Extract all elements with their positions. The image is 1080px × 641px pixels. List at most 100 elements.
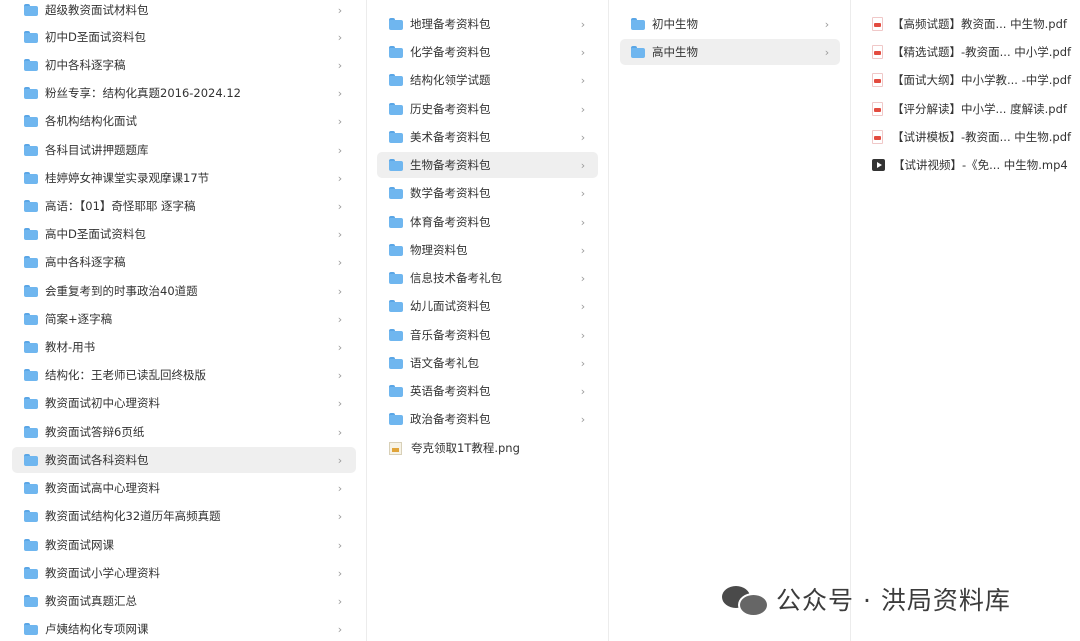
- folder-icon: [24, 256, 38, 268]
- chevron-right-icon: ›: [337, 171, 343, 185]
- folder-item[interactable]: 粉丝专享：结构化真题2016-2024.12 ›: [12, 80, 356, 106]
- file-item[interactable]: 【精选试题】-教资面... 中小学.pdf: [872, 39, 1078, 65]
- folder-item[interactable]: 教资面试结构化32道历年高频真题 ›: [12, 503, 356, 529]
- folder-icon: [24, 341, 38, 353]
- folder-item-label: 简案+逐字稿: [45, 312, 113, 326]
- chevron-right-icon: ›: [580, 412, 586, 426]
- folder-item[interactable]: 教资面试答辩6页纸 ›: [12, 419, 356, 445]
- folder-item[interactable]: 英语备考资料包 ›: [377, 378, 598, 404]
- folder-icon: [24, 623, 38, 635]
- folder-item[interactable]: 教资面试高中心理资料 ›: [12, 475, 356, 501]
- folder-icon: [24, 426, 38, 438]
- file-item[interactable]: 【评分解读】中小学... 度解读.pdf: [872, 96, 1078, 122]
- folder-item[interactable]: 化学备考资料包 ›: [377, 39, 598, 65]
- folder-item[interactable]: 简案+逐字稿 ›: [12, 306, 356, 332]
- folder-icon: [389, 159, 403, 171]
- folder-icon: [24, 369, 38, 381]
- file-item[interactable]: 【面试大纲】中小学教... -中学.pdf: [872, 67, 1078, 93]
- folder-item[interactable]: 卢姨结构化专项网课 ›: [12, 616, 356, 641]
- chevron-right-icon: ›: [337, 58, 343, 72]
- folder-column-level-3: 初中生物 › 高中生物 ›: [609, 0, 850, 641]
- folder-icon: [389, 74, 403, 86]
- folder-item[interactable]: 教资面试网课 ›: [12, 532, 356, 558]
- folder-item[interactable]: 教材-用书 ›: [12, 334, 356, 360]
- folder-item[interactable]: 各机构结构化面试 ›: [12, 108, 356, 134]
- folder-icon: [24, 313, 38, 325]
- folder-item[interactable]: 信息技术备考礼包 ›: [377, 265, 598, 291]
- folder-item-selected[interactable]: 高中生物 ›: [620, 39, 840, 65]
- folder-item[interactable]: 语文备考礼包 ›: [377, 350, 598, 376]
- folder-icon: [389, 300, 403, 312]
- folder-item[interactable]: 初中各科逐字稿 ›: [12, 52, 356, 78]
- folder-item[interactable]: 高中各科逐字稿 ›: [12, 249, 356, 275]
- file-name: 【精选试题】-教资面... 中小学.pdf: [892, 45, 1072, 59]
- chevron-right-icon: ›: [337, 30, 343, 44]
- folder-item[interactable]: 历史备考资料包 ›: [377, 96, 598, 122]
- folder-item-label: 物理资料包: [410, 243, 468, 257]
- folder-item[interactable]: 地理备考资料包 ›: [377, 11, 598, 37]
- folder-item-selected[interactable]: 教资面试各科资料包 ›: [12, 447, 356, 473]
- watermark-text: 公众号 · 洪局资料库: [776, 586, 1011, 615]
- folder-icon: [389, 103, 403, 115]
- chevron-right-icon: ›: [337, 340, 343, 354]
- folder-icon: [389, 216, 403, 228]
- folder-icon: [389, 244, 403, 256]
- file-item[interactable]: 【高频试题】教资面... 中生物.pdf: [872, 11, 1078, 37]
- folder-item-label: 数学备考资料包: [410, 186, 491, 200]
- file-item[interactable]: 【试讲模板】-教资面... 中生物.pdf: [872, 124, 1078, 150]
- chevron-right-icon: ›: [337, 425, 343, 439]
- folder-item-label: 地理备考资料包: [410, 17, 491, 31]
- folder-item[interactable]: 高语：【01】奇怪耶耶 逐字稿 ›: [12, 193, 356, 219]
- folder-icon: [389, 329, 403, 341]
- folder-item-label: 教资面试真题汇总: [45, 594, 137, 608]
- folder-item[interactable]: 教资面试小学心理资料 ›: [12, 560, 356, 586]
- folder-item[interactable]: 结构化领学试题 ›: [377, 67, 598, 93]
- folder-item[interactable]: 会重复考到的时事政治40道题 ›: [12, 278, 356, 304]
- folder-item[interactable]: 音乐备考资料包 ›: [377, 322, 598, 348]
- folder-icon: [389, 272, 403, 284]
- chevron-right-icon: ›: [580, 17, 586, 31]
- folder-item[interactable]: 教资面试真题汇总 ›: [12, 588, 356, 614]
- folder-item-selected[interactable]: 生物备考资料包 ›: [377, 152, 598, 178]
- folder-item-label: 英语备考资料包: [410, 384, 491, 398]
- file-item[interactable]: 【试讲视频】-《免... 中生物.mp4: [872, 152, 1078, 178]
- chevron-right-icon: ›: [580, 299, 586, 313]
- chevron-right-icon: ›: [824, 17, 830, 31]
- chevron-right-icon: ›: [337, 312, 343, 326]
- folder-icon: [24, 567, 38, 579]
- file-column: 【高频试题】教资面... 中生物.pdf 【精选试题】-教资面... 中小学.p…: [851, 0, 1080, 641]
- folder-item[interactable]: 高中D圣面试资料包 ›: [12, 221, 356, 247]
- chevron-right-icon: ›: [580, 384, 586, 398]
- folder-item-label: 语文备考礼包: [410, 356, 479, 370]
- folder-item[interactable]: 结构化：王老师已读乱回终极版 ›: [12, 362, 356, 388]
- folder-item-label: 教资面试答辩6页纸: [45, 425, 145, 439]
- folder-item-label: 初中生物: [652, 17, 698, 31]
- file-name: 夸克领取1T教程.png: [411, 441, 520, 455]
- folder-item[interactable]: 超级教资面试材料包 ›: [12, 0, 356, 23]
- folder-icon: [24, 454, 38, 466]
- chevron-right-icon: ›: [580, 271, 586, 285]
- chevron-right-icon: ›: [337, 566, 343, 580]
- folder-item[interactable]: 桂婷婷女神课堂实录观摩课17节 ›: [12, 165, 356, 191]
- folder-item-label: 教资面试小学心理资料: [45, 566, 160, 580]
- folder-item[interactable]: 初中D圣面试资料包 ›: [12, 24, 356, 50]
- folder-item[interactable]: 美术备考资料包 ›: [377, 124, 598, 150]
- folder-item[interactable]: 初中生物 ›: [620, 11, 840, 37]
- chevron-right-icon: ›: [337, 509, 343, 523]
- folder-item[interactable]: 各科目试讲押题题库 ›: [12, 137, 356, 163]
- folder-item-label: 政治备考资料包: [410, 412, 491, 426]
- folder-item[interactable]: 幼儿面试资料包 ›: [377, 293, 598, 319]
- folder-item[interactable]: 教资面试初中心理资料 ›: [12, 390, 356, 416]
- folder-item[interactable]: 政治备考资料包 ›: [377, 406, 598, 432]
- folder-item[interactable]: 物理资料包 ›: [377, 237, 598, 263]
- folder-item[interactable]: 体育备考资料包 ›: [377, 209, 598, 235]
- folder-item-label: 化学备考资料包: [410, 45, 491, 59]
- folder-icon: [24, 144, 38, 156]
- chevron-right-icon: ›: [337, 538, 343, 552]
- folder-icon: [389, 385, 403, 397]
- chevron-right-icon: ›: [337, 622, 343, 636]
- chevron-right-icon: ›: [337, 143, 343, 157]
- file-name: 【评分解读】中小学... 度解读.pdf: [892, 102, 1067, 116]
- file-item[interactable]: 夸克领取1T教程.png: [377, 435, 598, 461]
- folder-item[interactable]: 数学备考资料包 ›: [377, 180, 598, 206]
